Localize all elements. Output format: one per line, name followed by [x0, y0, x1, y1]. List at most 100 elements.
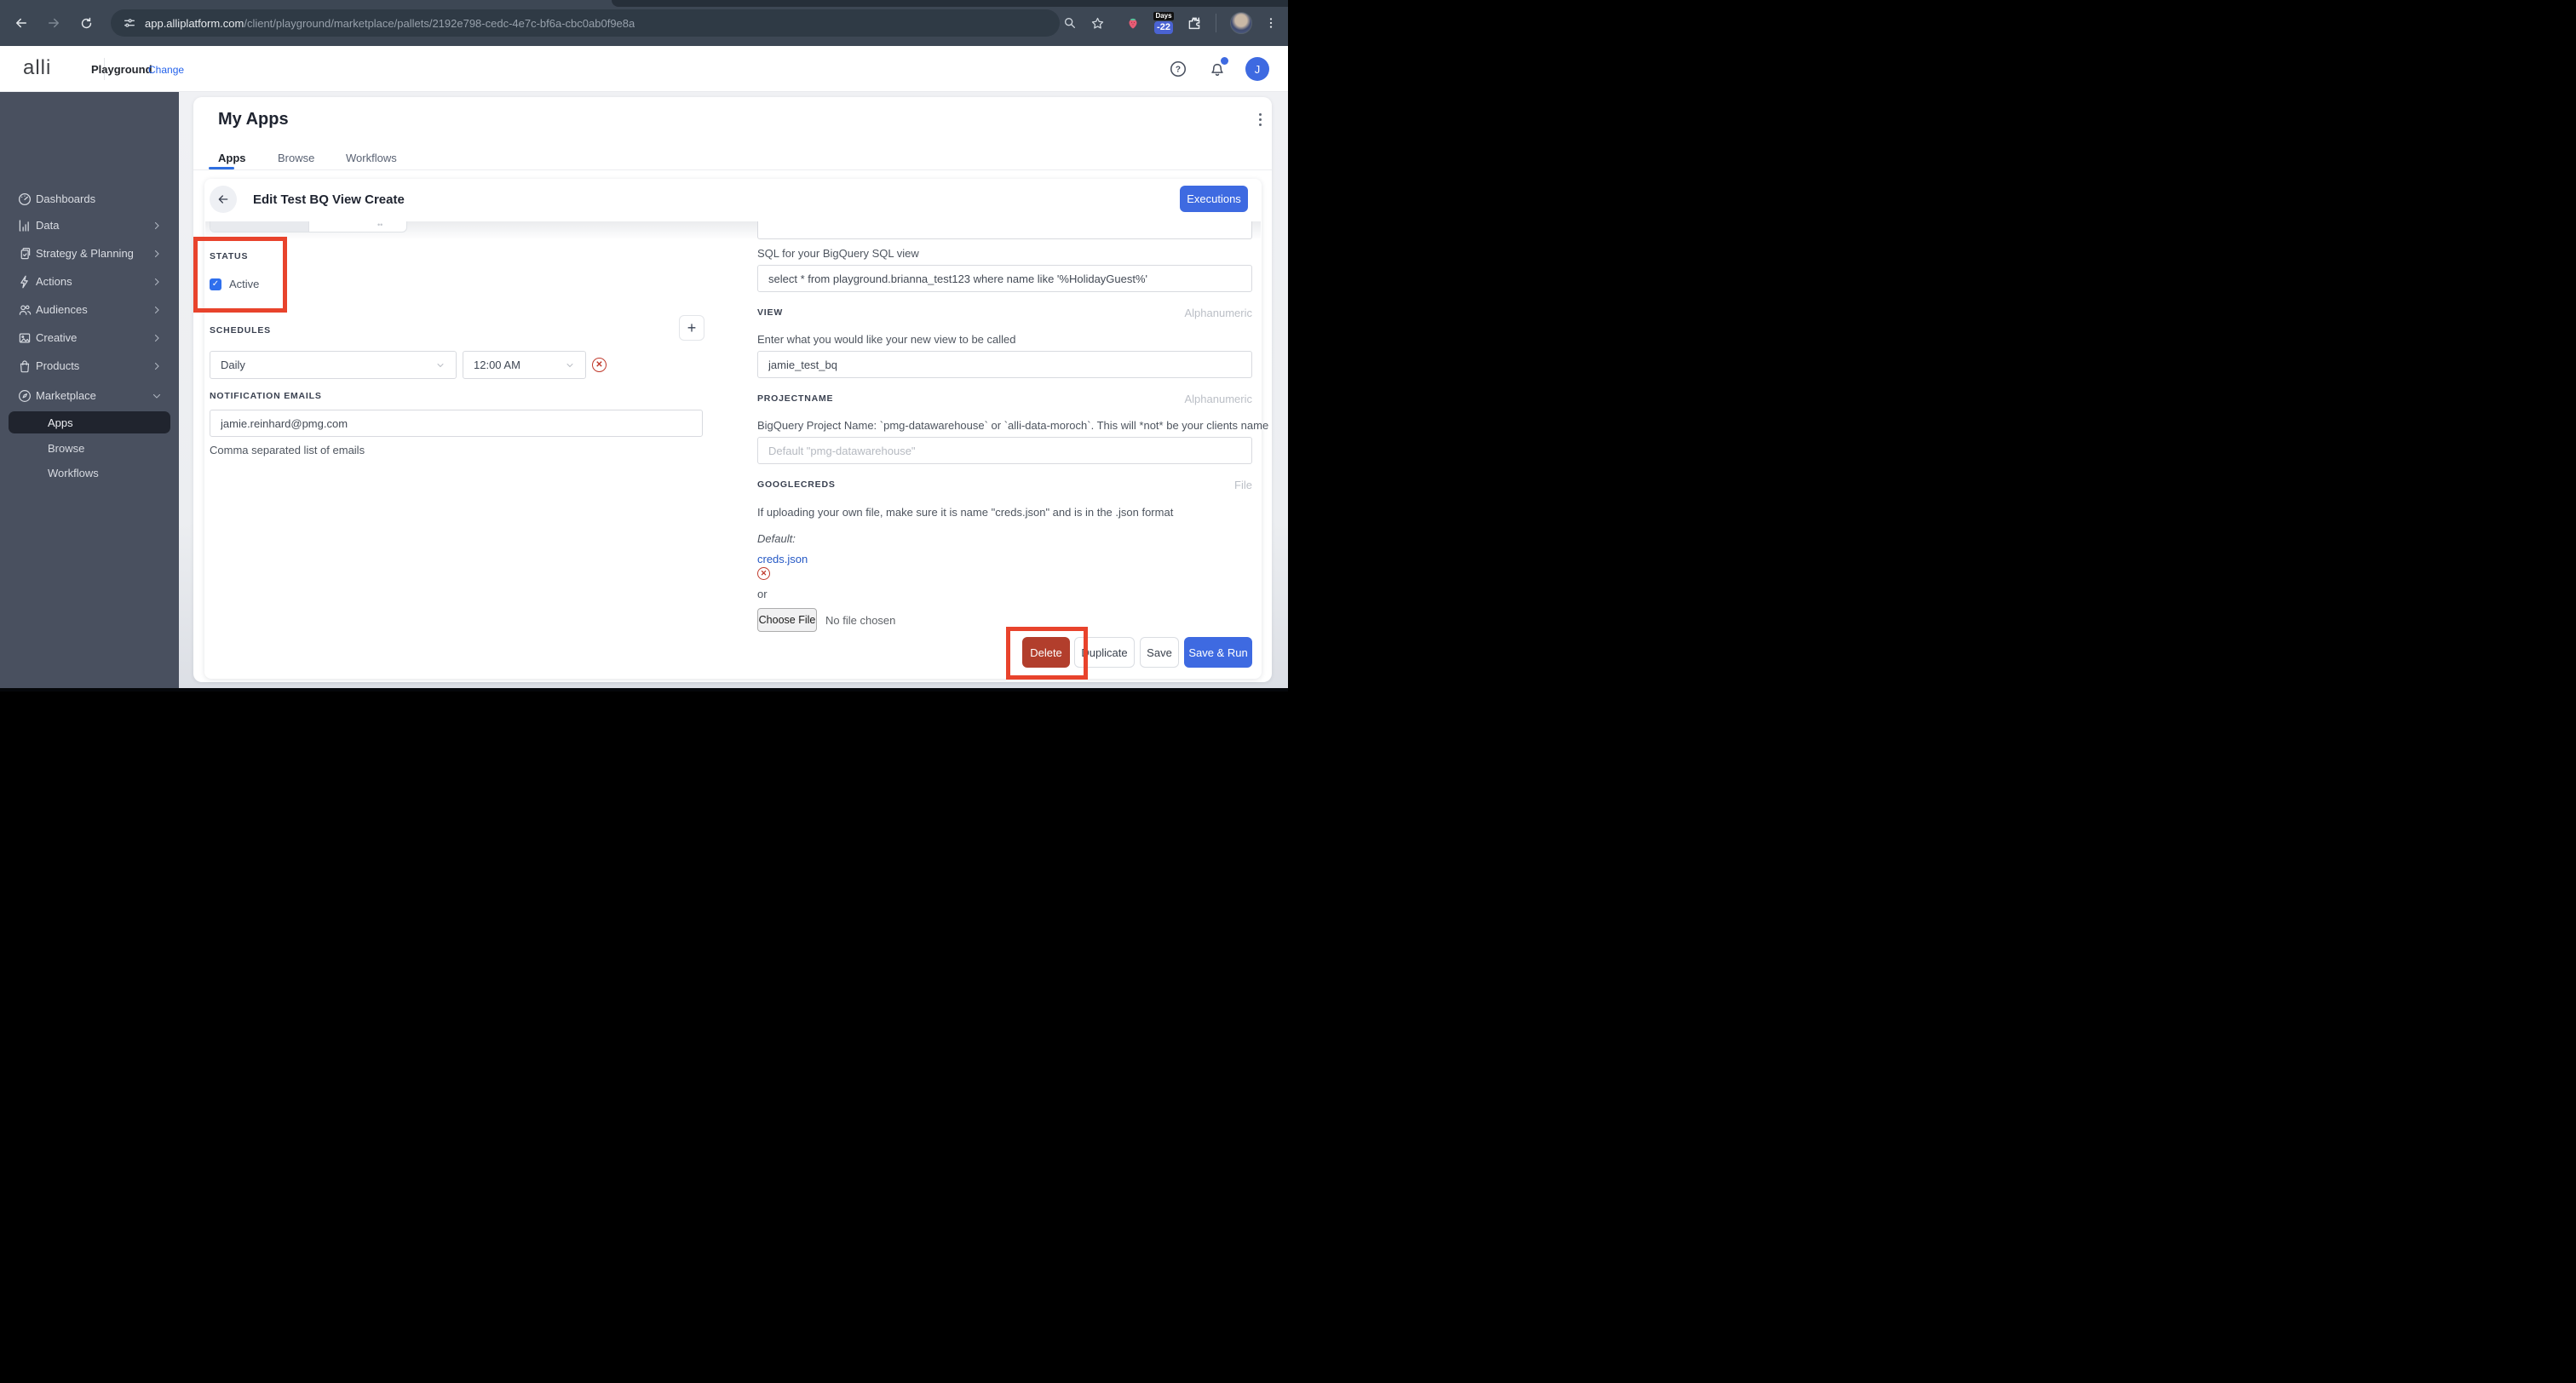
puzzle-icon — [1188, 17, 1200, 30]
tabs-bottom-border — [193, 169, 1272, 170]
sidebar-item-label: Audiences — [36, 303, 88, 316]
svg-text:?: ? — [1176, 66, 1181, 75]
add-schedule-button[interactable]: + — [679, 315, 704, 341]
sidebar-item-products[interactable]: Products — [0, 352, 179, 380]
save-button[interactable]: Save — [1140, 637, 1179, 668]
tab-workflows[interactable]: Workflows — [346, 152, 397, 164]
sidebar-subitem-label: Workflows — [48, 466, 99, 479]
view-label: VIEW — [757, 307, 784, 318]
notification-emails-input[interactable] — [210, 410, 703, 437]
forward-icon — [49, 18, 59, 28]
schedule-time-value: 12:00 AM — [474, 359, 520, 371]
notifications-button[interactable] — [1205, 57, 1229, 81]
sidebar-item-actions[interactable]: Actions — [0, 267, 179, 296]
delete-button[interactable]: Delete — [1022, 637, 1070, 668]
people-icon — [19, 305, 32, 315]
tab-apps[interactable]: Apps — [218, 152, 246, 164]
sidebar-subitem-apps[interactable]: Apps — [0, 411, 179, 433]
save-and-run-button[interactable]: Save & Run — [1184, 637, 1252, 668]
sidebar-item-dashboards[interactable]: Dashboards — [0, 185, 179, 213]
browser-zoom-button[interactable] — [1059, 12, 1081, 34]
back-icon — [16, 18, 26, 28]
sidebar-item-label: Dashboards — [36, 192, 96, 205]
compass-icon — [19, 389, 31, 402]
googlecreds-type-badge: File — [1234, 479, 1252, 491]
sidebar-item-label: Marketplace — [36, 389, 96, 402]
clipped-input[interactable] — [757, 221, 1252, 239]
back-arrow-icon — [218, 195, 228, 204]
projectname-label: PROJECTNAME — [757, 393, 834, 404]
sidebar-item-data[interactable]: Data — [0, 211, 179, 239]
dashboard-icon — [18, 192, 32, 205]
view-input[interactable] — [757, 351, 1252, 378]
clipped-segmented-control[interactable]: •• — [210, 221, 407, 232]
star-icon — [1091, 17, 1103, 29]
or-label: or — [757, 588, 768, 600]
browser-menu-button[interactable] — [1260, 12, 1282, 34]
browser-forward-button[interactable] — [39, 9, 68, 37]
sidebar-item-marketplace[interactable]: Marketplace — [0, 382, 179, 410]
schedule-frequency-select[interactable]: Daily — [210, 351, 457, 379]
help-icon: ? — [1170, 60, 1187, 77]
chevron-down-icon — [152, 393, 161, 399]
image-icon — [19, 333, 31, 342]
notification-emails-label: NOTIFICATION EMAILS — [210, 391, 322, 401]
executions-button[interactable]: Executions — [1180, 186, 1248, 212]
extension-days-badge[interactable]: Days -22 — [1150, 9, 1177, 37]
schedule-frequency-value: Daily — [221, 359, 245, 371]
extension-strawberry-button[interactable] — [1122, 12, 1144, 34]
sidebar-subitem-workflows[interactable]: Workflows — [0, 462, 179, 484]
chevron-down-icon — [566, 363, 573, 367]
page-title: My Apps — [218, 110, 289, 129]
sidebar-subitem-browse[interactable]: Browse — [0, 437, 179, 459]
help-button[interactable]: ? — [1166, 57, 1190, 81]
url-bar[interactable]: app.alliplatform.com/client/playground/m… — [111, 9, 1060, 37]
schedules-label: SCHEDULES — [210, 325, 271, 336]
chevron-right-icon — [154, 278, 159, 285]
sidebar-item-label: Creative — [36, 331, 78, 344]
active-checkbox-label: Active — [229, 278, 260, 290]
url-domain: app.alliplatform.com — [145, 16, 244, 30]
browser-bookmark-button[interactable] — [1086, 12, 1108, 34]
sql-input[interactable] — [757, 265, 1252, 292]
creds-file-link[interactable]: creds.json — [757, 553, 808, 565]
card-menu-button[interactable] — [1252, 111, 1268, 128]
back-button[interactable] — [210, 186, 237, 213]
duplicate-button[interactable]: Duplicate — [1074, 637, 1135, 668]
no-file-chosen-text: No file chosen — [825, 614, 896, 627]
projectname-input[interactable] — [757, 437, 1252, 464]
alli-logo[interactable]: alli — [23, 56, 51, 80]
browser-profile-avatar[interactable] — [1230, 12, 1252, 34]
status-checkbox-row: ✓ Active — [210, 278, 259, 290]
sidebar-subitem-label: Browse — [48, 441, 85, 455]
remove-schedule-button[interactable]: ✕ — [592, 358, 607, 372]
shopping-bag-icon — [20, 359, 30, 372]
chevron-down-icon — [437, 363, 444, 367]
sidebar-subitem-label: Apps — [48, 416, 73, 429]
browser-reload-button[interactable] — [72, 9, 101, 37]
schedule-time-select[interactable]: 12:00 AM — [463, 351, 586, 379]
choose-file-button[interactable]: Choose File — [757, 608, 817, 632]
active-checkbox[interactable]: ✓ — [210, 278, 221, 290]
browser-back-button[interactable] — [7, 9, 36, 37]
sidebar: Dashboards Data Strategy & Planning Acti… — [0, 92, 179, 688]
notification-dot — [1221, 57, 1228, 65]
change-client-link[interactable]: Change — [148, 64, 184, 76]
projectname-helper: BigQuery Project Name: `pmg-datawarehous… — [757, 419, 1269, 432]
browser-tab-strip — [612, 0, 1288, 7]
user-avatar[interactable]: J — [1245, 57, 1269, 81]
sidebar-item-creative[interactable]: Creative — [0, 324, 179, 352]
googlecreds-label: GOOGLECREDS — [757, 479, 836, 490]
segment-dots: •• — [377, 221, 383, 229]
remove-creds-file-button[interactable]: ✕ — [757, 567, 770, 580]
lightning-icon — [20, 275, 28, 288]
sidebar-item-strategy-planning[interactable]: Strategy & Planning — [0, 239, 179, 267]
url-text: app.alliplatform.com/client/playground/m… — [145, 17, 635, 30]
site-settings-icon — [124, 19, 135, 27]
sidebar-item-audiences[interactable]: Audiences — [0, 296, 179, 324]
tab-browse[interactable]: Browse — [278, 152, 314, 164]
browser-extensions-button[interactable] — [1183, 12, 1205, 34]
reload-icon — [81, 17, 91, 28]
chevron-right-icon — [154, 334, 159, 341]
chevron-right-icon — [154, 221, 159, 229]
